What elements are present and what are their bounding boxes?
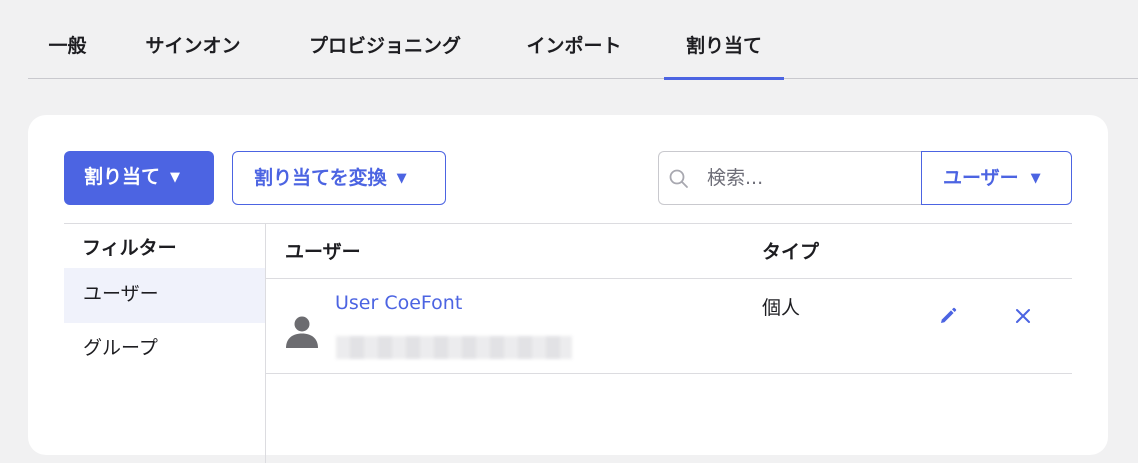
tab-assignments[interactable]: 割り当て <box>664 0 784 80</box>
caret-down-icon: ▼ <box>170 170 181 185</box>
caret-down-icon: ▼ <box>396 171 407 186</box>
user-name-link[interactable]: User CoeFont <box>335 292 462 314</box>
divider <box>64 223 1072 224</box>
user-type: 個人 <box>762 297 801 319</box>
search-icon <box>669 169 688 188</box>
filter-item-users[interactable]: ユーザー <box>64 268 265 323</box>
tab-bar: 一般 サインオン プロビジョニング インポート 割り当て <box>28 0 1138 80</box>
type-select[interactable]: ユーザー ▼ <box>921 151 1072 205</box>
divider <box>266 373 1072 374</box>
search-input[interactable] <box>707 152 907 204</box>
tab-sign-on[interactable]: サインオン <box>139 0 247 79</box>
person-icon <box>286 316 318 348</box>
convert-assignments-button[interactable]: 割り当てを変換 ▼ <box>232 151 446 205</box>
divider <box>265 223 266 463</box>
search-box <box>658 151 922 205</box>
filter-item-groups[interactable]: グループ <box>64 322 265 377</box>
assign-button[interactable]: 割り当て ▼ <box>64 151 214 205</box>
column-header-type: タイプ <box>762 241 820 263</box>
tab-general[interactable]: 一般 <box>45 0 90 79</box>
edit-pencil-icon[interactable] <box>938 306 958 326</box>
tab-provisioning[interactable]: プロビジョニング <box>300 0 470 79</box>
redacted-email <box>336 336 572 359</box>
type-select-value: ユーザー <box>943 167 1019 189</box>
column-header-user: ユーザー <box>285 241 361 263</box>
tab-import[interactable]: インポート <box>520 0 628 79</box>
remove-x-icon[interactable] <box>1015 308 1031 324</box>
assign-button-label: 割り当て <box>84 166 161 188</box>
filter-title: フィルター <box>82 237 177 259</box>
convert-assignments-label: 割り当てを変換 <box>254 167 387 189</box>
divider <box>266 278 1072 279</box>
assignments-panel: 割り当て ▼ 割り当てを変換 ▼ ユーザー ▼ フィルター ユーザー グループ ユーザ… <box>28 115 1108 463</box>
caret-down-icon: ▼ <box>1030 171 1041 186</box>
